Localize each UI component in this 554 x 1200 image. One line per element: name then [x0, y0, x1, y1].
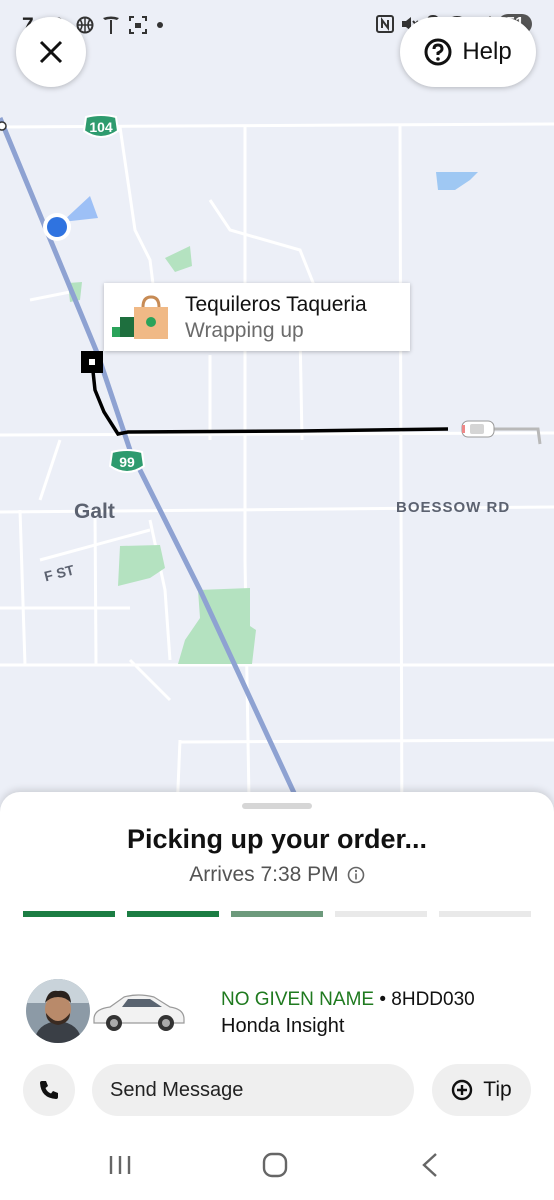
- progress-segment: [23, 911, 115, 917]
- system-nav-bar: [0, 1138, 554, 1200]
- tip-button[interactable]: Tip: [432, 1064, 531, 1116]
- driver-avatar[interactable]: [26, 979, 90, 1043]
- recent-apps-icon[interactable]: [108, 1152, 132, 1183]
- restaurant-name: Tequileros Taqueria: [185, 293, 367, 316]
- help-label: Help: [462, 38, 512, 65]
- info-icon[interactable]: [347, 866, 365, 884]
- sheet-drag-handle[interactable]: [242, 803, 312, 809]
- help-icon: [424, 38, 452, 66]
- back-icon[interactable]: [420, 1152, 440, 1183]
- phone-icon: [40, 1081, 58, 1099]
- license-plate: 8HDD030: [391, 989, 475, 1010]
- progress-segment: [335, 911, 427, 917]
- home-icon[interactable]: [262, 1152, 288, 1183]
- add-circle-icon: [452, 1079, 473, 1101]
- road-label-boessow: BOESSOW RD: [396, 499, 511, 516]
- progress-segment: [439, 911, 531, 917]
- send-message-input[interactable]: Send Message: [92, 1064, 414, 1116]
- restaurant-callout[interactable]: Tequileros Taqueria Wrapping up: [104, 283, 410, 351]
- driver-separator: •: [374, 989, 392, 1010]
- restaurant-status: Wrapping up: [185, 319, 304, 342]
- driver-info-line: NO GIVEN NAME • 8HDD030: [221, 989, 475, 1011]
- highway-99-label: 99: [119, 454, 135, 470]
- nfc-icon: [376, 15, 395, 33]
- car-image: [93, 994, 185, 1031]
- close-icon: [39, 40, 63, 64]
- order-status-title: Picking up your order...: [126, 824, 428, 854]
- tesla-icon: [103, 16, 119, 34]
- highway-104-shield: 104: [80, 113, 122, 141]
- highway-99-shield: 99: [106, 448, 148, 476]
- map-poi-dot: [0, 121, 7, 131]
- highway-104-label: 104: [89, 119, 113, 135]
- call-driver-button[interactable]: [23, 1064, 75, 1116]
- pickup-marker[interactable]: [81, 351, 103, 373]
- eta-text: Arrives 7:38 PM: [189, 863, 339, 886]
- send-message-placeholder: Send Message: [110, 1078, 244, 1101]
- help-button[interactable]: Help: [400, 17, 536, 87]
- progress-segment: [231, 911, 323, 917]
- close-button[interactable]: [16, 17, 86, 87]
- car-model: Honda Insight: [221, 1015, 345, 1037]
- city-label: Galt: [74, 500, 115, 523]
- driver-name: NO GIVEN NAME: [221, 989, 375, 1010]
- driver-car-marker: [461, 420, 495, 438]
- order-progress-bar: [23, 911, 531, 917]
- tip-label: Tip: [483, 1078, 512, 1101]
- eta-row: Arrives 7:38 PM: [0, 863, 554, 887]
- progress-segment: [127, 911, 219, 917]
- dot-icon: [157, 22, 163, 28]
- shopping-bag-icon: [112, 295, 168, 339]
- screenshot-icon: [129, 16, 147, 34]
